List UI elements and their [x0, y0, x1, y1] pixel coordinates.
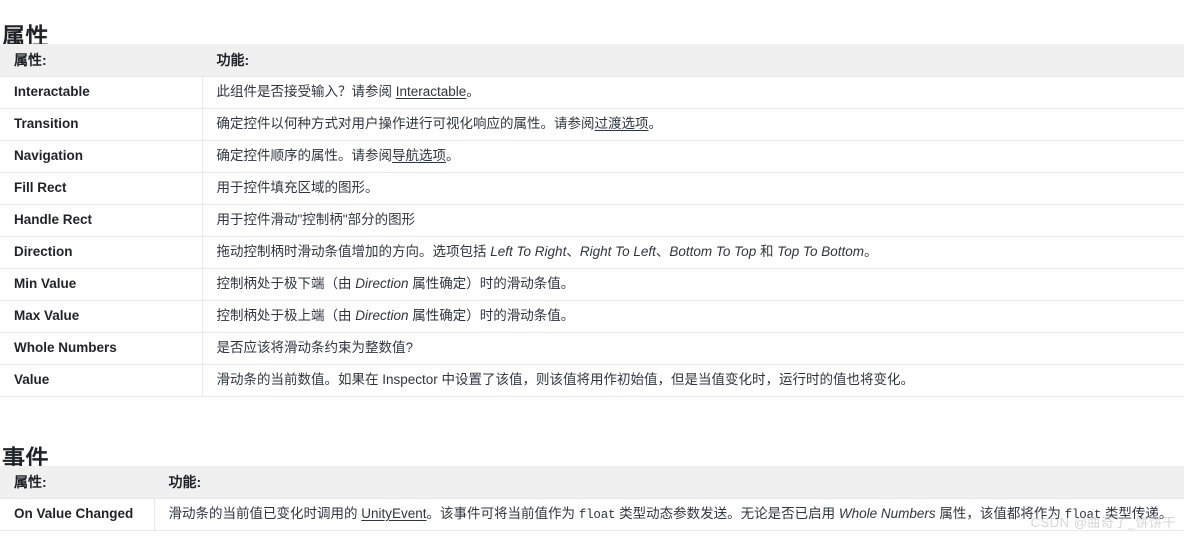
emphasis-text: Right To Left: [579, 244, 656, 260]
property-name-cell: Direction: [0, 236, 203, 269]
property-name-cell: Navigation: [0, 140, 203, 173]
properties-table: 属性: 功能: Interactable 此组件是否接受输入？请参阅 Intera…: [0, 44, 1184, 397]
text-run: 拖动控制柄时滑动条值增加的方向。选项包括: [216, 244, 491, 260]
text-run: 滑动条的当前值已变化时调用的: [168, 505, 362, 521]
property-description-cell: 确定控件顺序的属性。请参阅导航选项。: [202, 140, 1184, 173]
text-run: 是否应该将滑动条约束为整数值?: [216, 340, 414, 356]
property-name-cell: Whole Numbers: [0, 332, 203, 365]
property-description-cell: 此组件是否接受输入？请参阅 Interactable。: [202, 76, 1184, 109]
text-run: 。: [864, 244, 878, 260]
property-name-cell: Handle Rect: [0, 204, 203, 237]
emphasis-text: Direction: [355, 276, 409, 292]
emphasis-text: Left To Right: [490, 244, 567, 260]
text-run: 此组件是否接受输入？请参阅: [216, 84, 396, 100]
events-table-head: 属性: 功能:: [0, 466, 1184, 499]
property-description-cell: 控制柄处于极上端（由 Direction 属性确定）时的滑动条值。: [202, 300, 1184, 333]
text-run: 用于控件填充区域的图形。: [216, 180, 379, 196]
emphasis-text: Whole Numbers: [838, 505, 936, 521]
events-table-body: On Value Changed 滑动条的当前值已变化时调用的 UnityEven…: [0, 498, 1184, 531]
properties-table-head: 属性: 功能:: [0, 44, 1184, 77]
table-row: Fill Rect 用于控件填充区域的图形。: [0, 172, 1184, 205]
property-name-cell: Min Value: [0, 268, 203, 301]
table-row: On Value Changed 滑动条的当前值已变化时调用的 UnityEven…: [0, 498, 1184, 531]
property-description-cell: 是否应该将滑动条约束为整数值?: [202, 332, 1184, 365]
text-run: 、: [655, 244, 670, 260]
text-run: 。: [648, 116, 663, 132]
text-run: 。: [466, 84, 480, 100]
table-row: Value 滑动条的当前数值。如果在 Inspector 中设置了该值，则该值将用…: [0, 364, 1184, 397]
property-description-cell: 用于控件滑动"控制柄"部分的图形: [202, 204, 1184, 237]
emphasis-text: Direction: [355, 308, 409, 324]
text-run: 确定控件以何种方式对用户操作进行可视化响应的属性。请参阅: [216, 116, 595, 132]
text-run: 属性确定）时的滑动条值。: [408, 308, 575, 324]
text-run: 类型传递。: [1101, 505, 1173, 521]
property-name-cell: Fill Rect: [0, 172, 203, 205]
text-run: 控制柄处于极上端（由: [216, 308, 356, 324]
inline-code: float: [1064, 507, 1102, 522]
text-run: 确定控件顺序的属性。请参阅: [216, 148, 393, 164]
text-run: 类型动态参数发送。无论是否已启用: [615, 505, 839, 521]
doc-link[interactable]: 过渡选项: [595, 116, 649, 131]
property-name-cell: Value: [0, 364, 203, 397]
property-description-cell: 确定控件以何种方式对用户操作进行可视化响应的属性。请参阅过渡选项。: [202, 108, 1184, 141]
property-description-cell: 滑动条的当前值已变化时调用的 UnityEvent。该事件可将当前值作为 flo…: [154, 498, 1184, 531]
text-run: 滑动条的当前数值。如果在 Inspector 中设置了该值，则该值将用作初始值，…: [216, 372, 915, 388]
property-description-cell: 控制柄处于极下端（由 Direction 属性确定）时的滑动条值。: [202, 268, 1184, 301]
property-name-cell: Max Value: [0, 300, 203, 333]
text-run: 控制柄处于极下端（由: [216, 276, 356, 292]
text-run: 属性，该值都将作为: [935, 505, 1065, 521]
text-run: 、: [566, 244, 580, 260]
table-row: Max Value 控制柄处于极上端（由 Direction 属性确定）时的滑动条…: [0, 300, 1184, 333]
column-header-function: 功能:: [154, 466, 1184, 499]
property-name-cell: On Value Changed: [0, 498, 155, 531]
property-name-cell: Interactable: [0, 76, 203, 109]
table-row: Handle Rect 用于控件滑动"控制柄"部分的图形: [0, 204, 1184, 237]
property-description-cell: 滑动条的当前数值。如果在 Inspector 中设置了该值，则该值将用作初始值，…: [202, 364, 1184, 397]
table-row: Min Value 控制柄处于极下端（由 Direction 属性确定）时的滑动条…: [0, 268, 1184, 301]
property-description-cell: 拖动控制柄时滑动条值增加的方向。选项包括 Left To Right、Right…: [202, 236, 1184, 269]
inline-code: float: [578, 507, 616, 522]
column-header-property: 属性:: [0, 44, 203, 77]
table-row: Transition 确定控件以何种方式对用户操作进行可视化响应的属性。请参阅过渡…: [0, 108, 1184, 141]
column-header-property: 属性:: [0, 466, 155, 499]
property-description-cell: 用于控件填充区域的图形。: [202, 172, 1184, 205]
text-run: 和: [756, 244, 778, 260]
text-run: 。该事件可将当前值作为: [426, 505, 579, 521]
table-row: Interactable 此组件是否接受输入？请参阅 Interactable。: [0, 76, 1184, 109]
table-header-row: 属性: 功能:: [0, 466, 1184, 499]
events-table: 属性: 功能: On Value Changed 滑动条的当前值已变化时调用的 U…: [0, 466, 1184, 531]
text-run: 用于控件滑动"控制柄"部分的图形: [216, 212, 416, 228]
table-row: Direction 拖动控制柄时滑动条值增加的方向。选项包括 Left To Ri…: [0, 236, 1184, 269]
table-header-row: 属性: 功能:: [0, 44, 1184, 77]
emphasis-text: Bottom To Top: [669, 244, 757, 260]
doc-link[interactable]: UnityEvent: [361, 506, 426, 521]
emphasis-text: Top To Bottom: [777, 244, 865, 260]
table-row: Navigation 确定控件顺序的属性。请参阅导航选项。: [0, 140, 1184, 173]
property-name-cell: Transition: [0, 108, 203, 141]
doc-link[interactable]: 导航选项: [392, 148, 446, 163]
properties-table-body: Interactable 此组件是否接受输入？请参阅 Interactable。 T…: [0, 76, 1184, 397]
text-run: 。: [446, 148, 460, 164]
column-header-function: 功能:: [202, 44, 1184, 77]
doc-link[interactable]: Interactable: [396, 84, 467, 99]
text-run: 属性确定）时的滑动条值。: [408, 276, 575, 292]
documentation-page: 属性 属性: 功能: Interactable 此组件是否接受输入？请参阅 Int…: [0, 0, 1184, 537]
table-row: Whole Numbers 是否应该将滑动条约束为整数值?: [0, 332, 1184, 365]
